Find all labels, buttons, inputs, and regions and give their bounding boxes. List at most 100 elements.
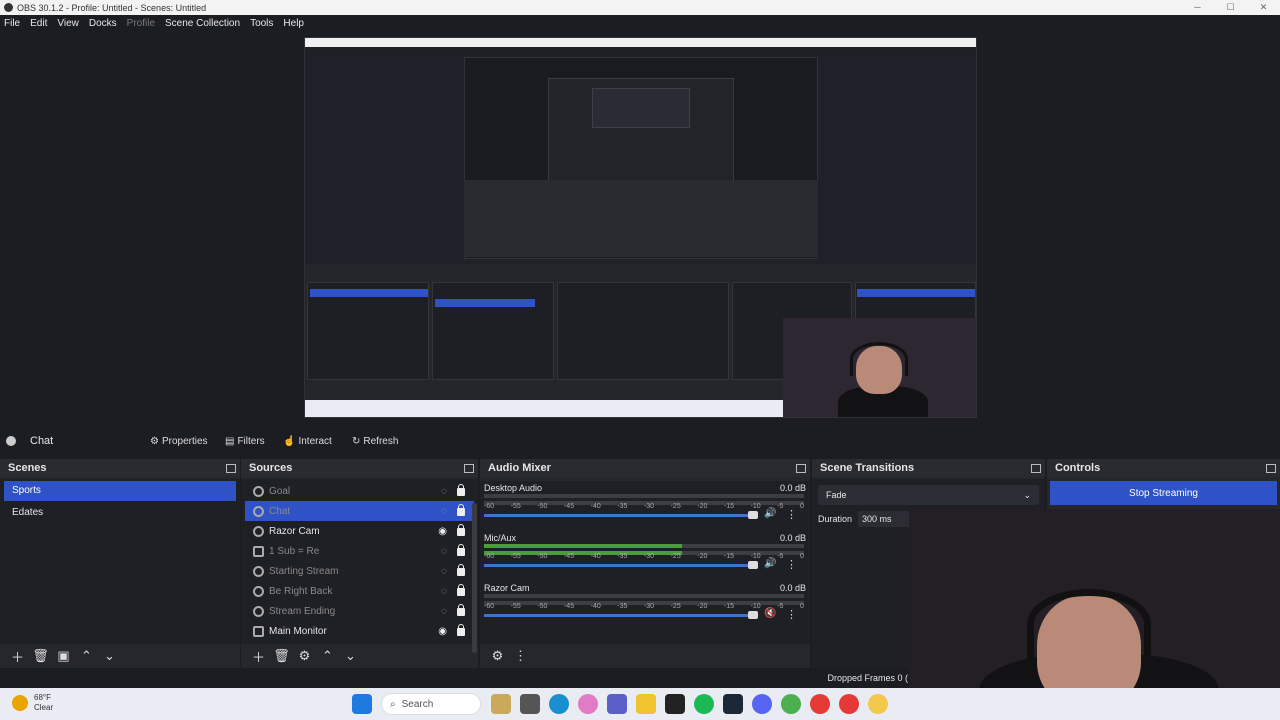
channel-menu-icon[interactable]: ⋮ (786, 508, 797, 521)
filters-button[interactable]: ▤ Filters (225, 432, 265, 450)
copilot-icon[interactable] (578, 694, 598, 714)
remove-scene-icon[interactable]: 🗑 (29, 648, 52, 664)
lock-icon[interactable] (457, 544, 465, 556)
visibility-hidden-icon[interactable]: ◌ (441, 566, 447, 577)
close-icon[interactable]: ✕ (1247, 0, 1280, 15)
menu-help[interactable]: Help (283, 18, 304, 29)
interact-button[interactable]: ☝ Interact (283, 432, 332, 450)
source-properties-icon[interactable]: ⚙ (293, 648, 316, 664)
visibility-hidden-icon[interactable]: ◌ (441, 586, 447, 597)
source-item-main-monitor[interactable]: Main Monitor ◉ (245, 621, 474, 641)
menu-file[interactable]: File (4, 18, 20, 29)
chrome-icon[interactable] (839, 694, 859, 714)
maximize-icon[interactable]: ☐ (1214, 0, 1247, 15)
visibility-hidden-icon[interactable]: ◌ (441, 606, 447, 617)
tick-label: 0 (799, 603, 804, 610)
taskbar-search[interactable]: ⌕ Search (381, 693, 481, 715)
visibility-icon[interactable]: ◉ (438, 526, 447, 537)
app-icon[interactable] (491, 694, 511, 714)
steam-icon[interactable] (723, 694, 743, 714)
volume-slider-handle[interactable] (748, 561, 758, 569)
advanced-audio-icon[interactable]: ⚙ (486, 648, 509, 664)
source-item-1-sub[interactable]: 1 Sub = Re ◌ (245, 541, 474, 561)
source-item-goal[interactable]: Goal ◌ (245, 481, 474, 501)
volume-slider-handle[interactable] (748, 511, 758, 519)
refresh-button[interactable]: ↻ Refresh (352, 432, 398, 450)
window-title: OBS 30.1.2 - Profile: Untitled - Scenes:… (17, 2, 207, 13)
volume-slider[interactable] (484, 511, 758, 519)
muted-speaker-icon[interactable]: 🔇 (764, 608, 776, 619)
menu-edit[interactable]: Edit (30, 18, 47, 29)
visibility-icon[interactable]: ◉ (438, 626, 447, 637)
lock-icon[interactable] (457, 584, 465, 596)
mixer-channels: Desktop Audio 0.0 dB -60 -55 -50 -45 -40 -35 -30… (480, 481, 810, 644)
source-item-starting-stream[interactable]: Starting Stream ◌ (245, 561, 474, 581)
undock-icon[interactable] (1031, 463, 1041, 473)
task-view-icon[interactable] (520, 694, 540, 714)
menu-profile[interactable]: Profile (127, 18, 155, 29)
undock-icon[interactable] (226, 463, 236, 473)
speaker-icon[interactable]: 🔊 (764, 508, 776, 519)
mixer-menu-icon[interactable]: ⋮ (509, 648, 532, 664)
properties-button[interactable]: ⚙ Properties (150, 432, 208, 450)
move-up-icon[interactable]: ⌃ (316, 648, 339, 664)
visibility-hidden-icon[interactable]: ◌ (441, 546, 447, 557)
scene-filters-icon[interactable]: ▣ (52, 648, 75, 664)
source-context-bar: Chat ⚙ Properties ▤ Filters ☝ Interact ↻… (0, 430, 1280, 452)
discord-icon[interactable] (752, 694, 772, 714)
channel-header: Mic/Aux 0.0 dB (484, 531, 806, 543)
lock-icon[interactable] (457, 504, 465, 516)
audio-mixer-dock: Audio Mixer Desktop Audio 0.0 dB -60 -55 -50… (480, 459, 810, 668)
terminal-icon[interactable] (665, 694, 685, 714)
menu-tools[interactable]: Tools (250, 18, 273, 29)
move-up-icon[interactable]: ⌃ (75, 648, 98, 664)
move-down-icon[interactable]: ⌄ (339, 648, 362, 664)
chrome-icon[interactable] (868, 694, 888, 714)
edge-icon[interactable] (549, 694, 569, 714)
lock-icon[interactable] (457, 524, 465, 536)
program-preview[interactable] (304, 37, 977, 418)
sources-scrollbar[interactable] (472, 503, 477, 653)
menu-view[interactable]: View (57, 18, 79, 29)
menu-scene-collection[interactable]: Scene Collection (165, 18, 240, 29)
stop-streaming-button[interactable]: Stop Streaming (1050, 481, 1277, 505)
undock-icon[interactable] (796, 463, 806, 473)
undock-icon[interactable] (1266, 463, 1276, 473)
volume-slider-handle[interactable] (748, 611, 758, 619)
menu-docks[interactable]: Docks (89, 18, 117, 29)
speaker-icon[interactable]: 🔊 (764, 558, 776, 569)
teams-icon[interactable] (607, 694, 627, 714)
undock-icon[interactable] (464, 463, 474, 473)
visibility-hidden-icon[interactable]: ◌ (441, 506, 447, 517)
file-explorer-icon[interactable] (636, 694, 656, 714)
volume-slider[interactable] (484, 561, 758, 569)
transition-select[interactable]: Fade ⌄ (818, 485, 1039, 505)
minimize-icon[interactable]: ─ (1181, 0, 1214, 15)
preview-nested-titlebar (305, 38, 976, 47)
lock-icon[interactable] (457, 624, 465, 636)
channel-menu-icon[interactable]: ⋮ (786, 558, 797, 571)
add-source-icon[interactable]: ＋ (247, 647, 270, 666)
lock-icon[interactable] (457, 604, 465, 616)
lock-icon[interactable] (457, 564, 465, 576)
spotify-icon[interactable] (694, 694, 714, 714)
tick-label: -35 (617, 603, 628, 610)
lock-icon[interactable] (457, 484, 465, 496)
windows-start-icon[interactable] (352, 694, 372, 714)
scene-item-sports[interactable]: Sports (4, 481, 236, 501)
channel-menu-icon[interactable]: ⋮ (786, 608, 797, 621)
sources-header: Sources (241, 459, 478, 477)
add-scene-icon[interactable]: ＋ (6, 647, 29, 666)
move-down-icon[interactable]: ⌄ (98, 648, 121, 664)
scene-item-edates[interactable]: Edates (4, 503, 236, 523)
weather-widget[interactable]: 68°F Clear (12, 693, 53, 713)
source-item-be-right-back[interactable]: Be Right Back ◌ (245, 581, 474, 601)
source-item-chat[interactable]: Chat ◌ (245, 501, 474, 521)
chrome-icon[interactable] (810, 694, 830, 714)
source-item-stream-ending[interactable]: Stream Ending ◌ (245, 601, 474, 621)
volume-slider[interactable] (484, 611, 758, 619)
source-item-razor-cam[interactable]: Razor Cam ◉ (245, 521, 474, 541)
remove-source-icon[interactable]: 🗑 (270, 648, 293, 664)
visibility-hidden-icon[interactable]: ◌ (441, 486, 447, 497)
chrome-icon[interactable] (781, 694, 801, 714)
